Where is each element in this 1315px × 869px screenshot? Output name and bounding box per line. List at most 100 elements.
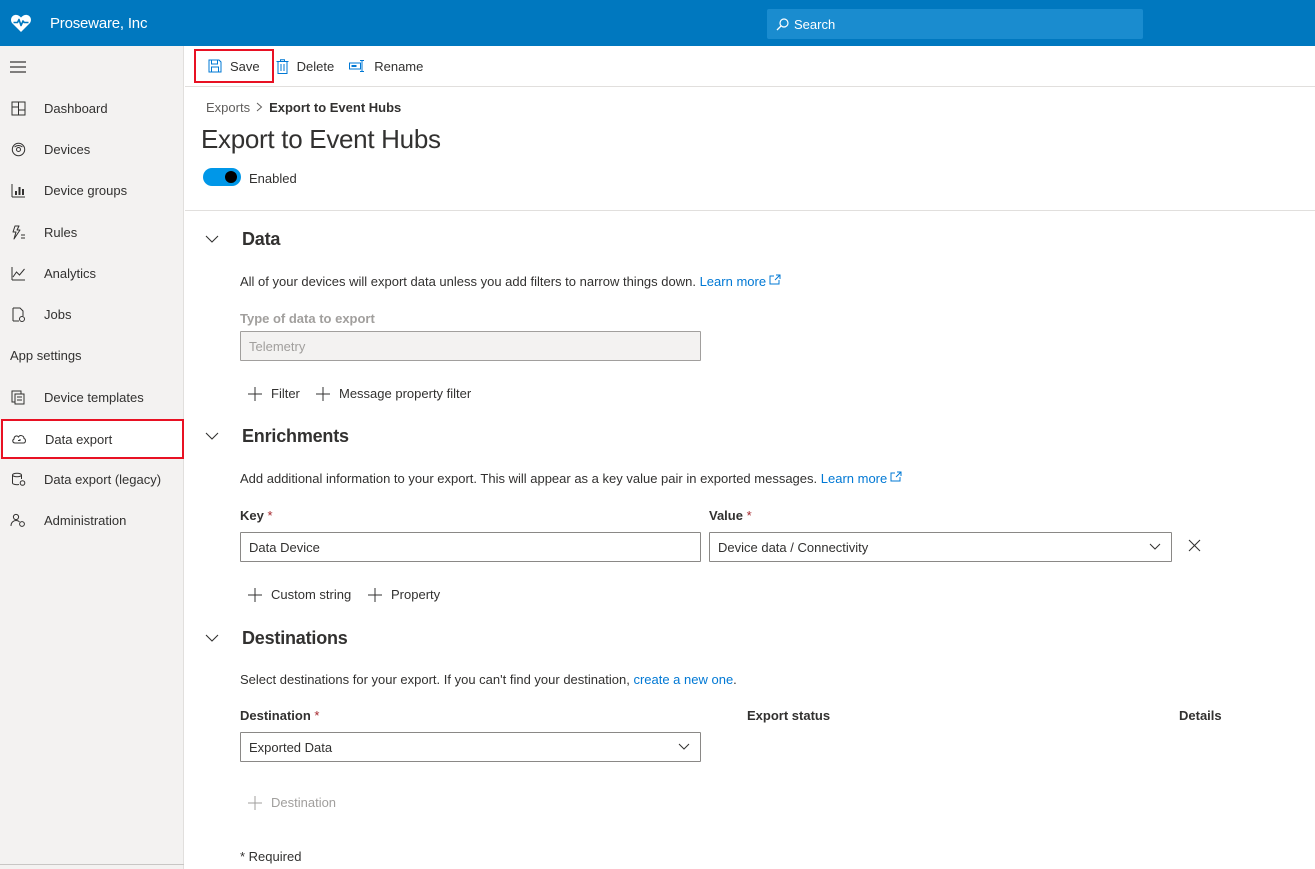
sidebar-item-dashboard[interactable]: Dashboard: [0, 89, 184, 127]
sidebar-item-device-templates[interactable]: Device templates: [0, 378, 184, 416]
sidebar-item-administration[interactable]: Administration: [0, 501, 184, 539]
chevron-down-icon: [1149, 543, 1161, 550]
key-input[interactable]: Data Device: [240, 532, 701, 562]
type-of-data-value: Telemetry: [249, 338, 306, 354]
sidebar-item-device-groups[interactable]: Device groups: [0, 171, 184, 209]
type-of-data-label: Type of data to export: [240, 311, 375, 326]
sidebar: Dashboard Devices Device groups Rules An…: [0, 46, 184, 869]
add-destination-label: Destination: [271, 795, 337, 810]
sidebar-item-label: Data export: [45, 431, 113, 447]
value-label: Value *: [709, 508, 752, 523]
enrichments-description-text: Add additional information to your expor…: [240, 471, 818, 486]
data-learn-more-link[interactable]: Learn more: [700, 274, 781, 289]
rename-label: Rename: [374, 58, 424, 74]
add-property-button[interactable]: Property: [368, 587, 440, 602]
data-section-title: Data: [242, 229, 281, 249]
plus-icon: [248, 386, 262, 401]
app-settings-heading: App settings: [10, 348, 82, 363]
remove-enrichment-close-icon[interactable]: [1188, 539, 1201, 552]
header-divider: [185, 210, 1315, 211]
top-bar: Proseware, Inc Search: [0, 0, 1315, 46]
rename-icon: [349, 60, 365, 72]
sidebar-item-jobs[interactable]: Jobs: [0, 295, 184, 333]
save-icon: [208, 59, 222, 73]
details-column-header: Details: [1179, 708, 1222, 723]
collapse-destinations-chevron-icon[interactable]: [205, 633, 219, 643]
sidebar-item-analytics[interactable]: Analytics: [0, 254, 184, 292]
rename-button[interactable]: Rename: [347, 49, 436, 83]
data-description: All of your devices will export data unl…: [240, 274, 781, 289]
breadcrumb-current: Export to Event Hubs: [269, 100, 402, 115]
sidebar-item-label: Device groups: [44, 182, 128, 198]
page-title: Export to Event Hubs: [201, 124, 441, 154]
sidebar-item-label: Administration: [44, 512, 127, 528]
administration-icon: [10, 512, 26, 528]
required-asterisk: *: [267, 508, 273, 523]
app-name: Proseware, Inc: [50, 14, 148, 32]
export-status-column-header: Export status: [747, 708, 831, 723]
sidebar-item-devices[interactable]: Devices: [0, 130, 184, 168]
add-filter-button[interactable]: Filter: [248, 386, 300, 401]
delete-button[interactable]: Delete: [274, 49, 348, 83]
destination-dropdown[interactable]: Exported Data: [240, 732, 701, 762]
add-message-property-filter-button[interactable]: Message property filter: [316, 386, 471, 401]
search-box[interactable]: Search: [767, 9, 1143, 39]
sidebar-item-data-export-legacy[interactable]: Data export (legacy): [0, 460, 184, 498]
add-filter-label: Filter: [271, 386, 300, 401]
destinations-description-text: Select destinations for your export. If …: [240, 672, 630, 687]
value-dropdown[interactable]: Device data / Connectivity: [709, 532, 1172, 562]
value-dropdown-value: Device data / Connectivity: [718, 539, 869, 555]
type-of-data-field: Telemetry: [240, 331, 701, 361]
hamburger-menu-icon[interactable]: [10, 60, 26, 74]
enabled-label: Enabled: [249, 171, 297, 186]
chevron-right-icon: [256, 100, 263, 115]
sidebar-item-data-export[interactable]: Data export: [1, 419, 184, 459]
breadcrumb: Exports Export to Event Hubs: [206, 100, 401, 115]
sidebar-item-label: Rules: [44, 224, 78, 240]
required-asterisk: *: [746, 508, 752, 523]
trash-icon: [276, 58, 289, 74]
breadcrumb-exports-link[interactable]: Exports: [206, 100, 250, 115]
toggle-knob: [225, 171, 237, 183]
data-export-legacy-icon: [10, 471, 26, 487]
sidebar-item-label: Jobs: [44, 306, 72, 322]
required-note: * Required: [240, 849, 302, 864]
sidebar-item-label: Dashboard: [44, 100, 108, 116]
add-custom-string-button[interactable]: Custom string: [248, 587, 351, 602]
data-description-text: All of your devices will export data unl…: [240, 274, 696, 289]
heart-pulse-logo-icon: [0, 0, 42, 46]
enrichments-description: Add additional information to your expor…: [240, 471, 902, 486]
search-placeholder: Search: [794, 16, 836, 32]
jobs-icon: [10, 306, 26, 322]
add-message-property-filter-label: Message property filter: [339, 386, 472, 401]
rules-icon: [10, 224, 26, 240]
learn-more-text: Learn more: [820, 471, 888, 486]
learn-more-text: Learn more: [699, 274, 767, 289]
destinations-description: Select destinations for your export. If …: [240, 672, 737, 687]
destination-dropdown-value: Exported Data: [249, 739, 333, 755]
collapse-data-chevron-icon[interactable]: [205, 234, 219, 244]
collapse-enrichments-chevron-icon[interactable]: [205, 431, 219, 441]
value-label-text: Value: [709, 508, 743, 523]
enabled-toggle[interactable]: [203, 168, 241, 186]
delete-label: Delete: [296, 58, 335, 74]
add-destination-button[interactable]: Destination: [248, 795, 336, 810]
search-icon: [776, 17, 789, 30]
destination-column-header: Destination *: [240, 708, 319, 723]
enrichments-learn-more-link[interactable]: Learn more: [821, 471, 902, 486]
plus-icon: [248, 587, 262, 602]
plus-icon: [316, 386, 330, 401]
add-custom-string-label: Custom string: [271, 587, 352, 602]
sidebar-item-rules[interactable]: Rules: [0, 213, 184, 251]
external-link-icon: [769, 274, 781, 285]
dashboard-icon: [10, 100, 26, 116]
command-bar: Save Delete Rename: [185, 46, 1315, 87]
device-templates-icon: [10, 389, 26, 405]
key-label: Key *: [240, 508, 273, 523]
add-property-label: Property: [391, 587, 441, 602]
create-new-destination-link[interactable]: create a new one: [633, 672, 733, 687]
save-button[interactable]: Save: [194, 49, 274, 83]
sidebar-item-label: Device templates: [44, 389, 144, 405]
chevron-down-icon: [678, 743, 690, 750]
device-groups-icon: [10, 182, 26, 198]
